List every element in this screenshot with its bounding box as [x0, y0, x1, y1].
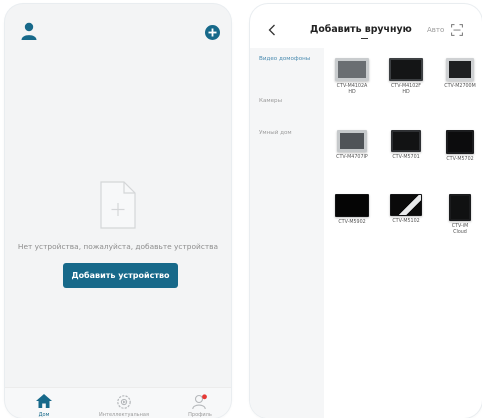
scan-icon[interactable] — [451, 24, 463, 36]
auto-add-link[interactable]: Авто — [427, 26, 444, 34]
device-image — [335, 194, 369, 217]
device-item[interactable]: CTV-M4102F HD — [380, 58, 432, 96]
device-item[interactable]: CTV-M5102 — [380, 194, 432, 225]
nav-bar: Добавить вручную Авто — [250, 4, 482, 48]
device-name: CTV-M2700M — [444, 84, 476, 89]
device-image — [390, 194, 422, 216]
profile-icon — [192, 394, 207, 410]
device-item[interactable]: CTV-M4707IP — [326, 130, 378, 161]
home-screen: Нет устройства, пожалуйста, добавьте уст… — [5, 4, 231, 418]
device-item[interactable]: CTV-M4102A HD — [326, 58, 378, 96]
device-item[interactable]: CTV-M2700M — [434, 58, 482, 90]
device-name: CTV-M5902 — [338, 220, 366, 225]
device-name: CTV-M5701 — [392, 155, 420, 160]
category-cameras[interactable]: Камеры — [259, 98, 317, 105]
notification-dot — [202, 394, 207, 400]
device-image — [449, 194, 471, 221]
add-device-button[interactable]: Добавить устройство — [63, 263, 178, 288]
device-grid: CTV-M4102A HD CTV-M4102F HD CTV-M2700M CTV-… — [324, 48, 482, 348]
device-item[interactable]: CTV-M5902 — [326, 194, 378, 226]
tab-home[interactable]: Дом — [19, 388, 69, 418]
empty-state — [5, 181, 231, 233]
category-smart-home[interactable]: Умный дом — [259, 130, 317, 137]
device-name: CTV-M5102 — [392, 219, 420, 224]
home-top-bar — [5, 4, 231, 52]
back-chevron-icon[interactable] — [268, 24, 276, 36]
category-sidebar: Видео домофоны Камеры Умный дом — [250, 48, 324, 418]
home-icon — [36, 394, 52, 408]
device-image — [446, 58, 474, 81]
device-item[interactable]: CTV-M5702 — [434, 130, 482, 163]
category-video-intercoms[interactable]: Видео домофоны — [259, 56, 317, 63]
title-cursor — [361, 38, 368, 39]
device-name: CTV-M4102F HD — [390, 84, 422, 95]
device-image — [337, 130, 367, 152]
device-name: CTV-iM Cloud — [451, 224, 469, 235]
add-device-plus-icon[interactable] — [205, 25, 220, 40]
tab-profile[interactable]: Профиль — [175, 388, 225, 418]
tab-scenes[interactable]: Интеллектуальная — [99, 388, 149, 418]
device-image — [446, 130, 474, 154]
device-image — [391, 130, 421, 152]
device-name: CTV-M5702 — [446, 157, 474, 162]
tab-home-label: Дом — [38, 412, 50, 418]
page-title: Добавить вручную — [310, 24, 412, 35]
tab-profile-label: Профиль — [188, 412, 212, 418]
empty-document-icon — [100, 181, 136, 229]
empty-message: Нет устройства, пожалуйста, добавьте уст… — [17, 242, 219, 251]
device-item[interactable]: CTV-iM Cloud — [434, 194, 482, 236]
device-image — [335, 58, 369, 81]
device-image — [389, 58, 423, 81]
bottom-tab-bar: Дом Интеллектуальная Профиль — [5, 387, 231, 418]
user-icon[interactable] — [21, 22, 37, 40]
device-name: CTV-M4102A HD — [336, 84, 368, 95]
tab-scenes-label: Интеллектуальная — [99, 412, 149, 418]
scene-gear-icon — [117, 395, 131, 409]
device-item[interactable]: CTV-M5701 — [380, 130, 432, 161]
device-name: CTV-M4707IP — [336, 155, 368, 160]
add-manually-screen: Добавить вручную Авто Видео домофоны Кам… — [250, 4, 482, 418]
